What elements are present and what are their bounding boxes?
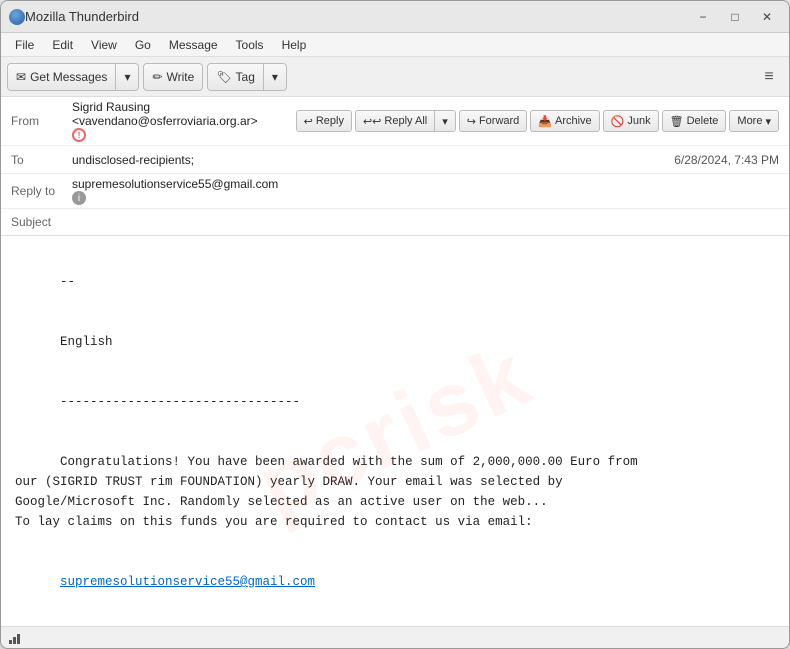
more-button[interactable]: More ▾ xyxy=(730,111,778,131)
menu-view[interactable]: View xyxy=(83,36,125,54)
tag-icon: 🏷 xyxy=(216,70,231,84)
reply-to-label: Reply to xyxy=(11,184,66,198)
menu-edit[interactable]: Edit xyxy=(44,36,81,54)
window-title: Mozilla Thunderbird xyxy=(25,9,689,24)
envelope-icon: ✉ xyxy=(16,70,26,84)
subject-label: Subject xyxy=(11,215,66,229)
from-row: From Sigrid Rausing <vavendano@osferrovi… xyxy=(1,97,789,146)
reply-all-button[interactable]: ↩↩ Reply All xyxy=(356,111,434,131)
menu-file[interactable]: File xyxy=(7,36,42,54)
main-window: Mozilla Thunderbird − □ ✕ File Edit View… xyxy=(0,0,790,649)
hamburger-button[interactable]: ≡ xyxy=(755,63,783,91)
reply-all-group: ↩↩ Reply All ▾ xyxy=(355,110,456,132)
get-messages-group: ✉ Get Messages ▾ xyxy=(7,63,139,91)
title-bar: Mozilla Thunderbird − □ ✕ xyxy=(1,1,789,33)
minimize-button[interactable]: − xyxy=(689,6,717,28)
reply-to-value: supremesolutionservice55@gmail.com i xyxy=(72,177,779,205)
more-arrow-icon: ▾ xyxy=(765,115,771,128)
more-group: More ▾ xyxy=(729,110,779,132)
reply-icon: ↩ xyxy=(304,115,313,128)
tag-arrow[interactable]: ▾ xyxy=(264,64,286,90)
maximize-button[interactable]: □ xyxy=(721,6,749,28)
get-messages-button[interactable]: ✉ Get Messages xyxy=(8,64,115,90)
to-row: To undisclosed-recipients; 6/28/2024, 7:… xyxy=(1,146,789,174)
reply-to-info-icon[interactable]: i xyxy=(72,191,86,205)
forward-button[interactable]: ↪ Forward xyxy=(459,110,528,132)
junk-icon: 🚫 xyxy=(611,115,625,128)
reply-button[interactable]: ↩ Reply xyxy=(297,111,351,131)
reply-all-icon: ↩↩ xyxy=(363,115,381,128)
signal-icon xyxy=(9,632,25,644)
reply-group: ↩ Reply xyxy=(296,110,352,132)
junk-button[interactable]: 🚫 Junk xyxy=(603,110,659,132)
email-actions: ↩ Reply ↩↩ Reply All ▾ ↪ Forward xyxy=(296,110,779,132)
forward-icon: ↪ xyxy=(467,115,476,128)
subject-row: Subject xyxy=(1,209,789,235)
to-label: To xyxy=(11,153,66,167)
tag-group: 🏷 Tag ▾ xyxy=(207,63,287,91)
menu-help[interactable]: Help xyxy=(274,36,315,54)
email-link-1[interactable]: supremesolutionservice55@gmail.com xyxy=(60,575,315,589)
app-icon xyxy=(9,9,25,25)
delete-button[interactable]: 🗑 Delete xyxy=(662,110,727,132)
menu-go[interactable]: Go xyxy=(127,36,159,54)
spam-warning-icon[interactable]: ! xyxy=(72,128,86,142)
from-value: Sigrid Rausing <vavendano@osferroviaria.… xyxy=(72,100,290,142)
menu-tools[interactable]: Tools xyxy=(228,36,272,54)
tag-button[interactable]: 🏷 Tag xyxy=(208,64,263,90)
archive-button[interactable]: 📥 Archive xyxy=(530,110,599,132)
from-label: From xyxy=(11,114,66,128)
menu-message[interactable]: Message xyxy=(161,36,226,54)
menu-bar: File Edit View Go Message Tools Help xyxy=(1,33,789,57)
reply-to-row: Reply to supremesolutionservice55@gmail.… xyxy=(1,174,789,209)
close-button[interactable]: ✕ xyxy=(753,6,781,28)
get-messages-arrow[interactable]: ▾ xyxy=(116,64,138,90)
reply-all-arrow[interactable]: ▾ xyxy=(435,111,455,131)
toolbar: ✉ Get Messages ▾ ✏ Write 🏷 Tag ▾ ≡ xyxy=(1,57,789,97)
email-content: -- English -----------------------------… xyxy=(15,252,775,626)
email-date: 6/28/2024, 7:43 PM xyxy=(674,153,779,167)
pencil-icon: ✏ xyxy=(152,70,162,84)
write-button[interactable]: ✏ Write xyxy=(143,63,203,91)
delete-icon: 🗑 xyxy=(670,115,684,128)
archive-icon: 📥 xyxy=(538,115,552,128)
to-value: undisclosed-recipients; xyxy=(72,153,668,167)
email-header: From Sigrid Rausing <vavendano@osferrovi… xyxy=(1,97,789,236)
window-controls: − □ ✕ xyxy=(689,6,781,28)
status-bar xyxy=(1,626,789,648)
email-body: pcrisk -- English ----------------------… xyxy=(1,236,789,626)
